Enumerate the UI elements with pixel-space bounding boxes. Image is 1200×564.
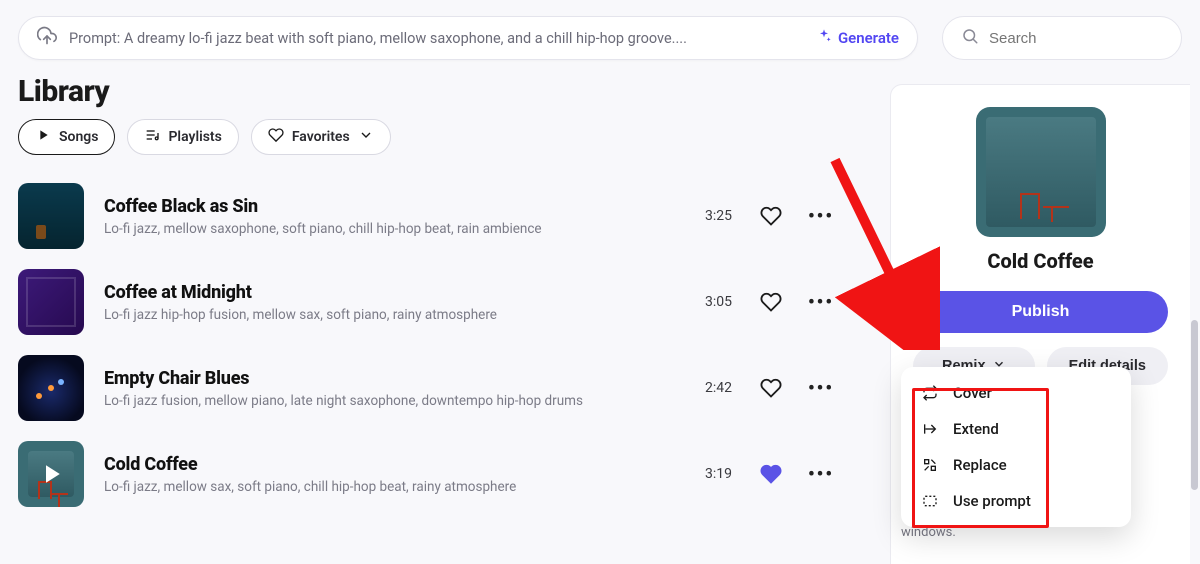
track-duration: 2:42 [698,380,732,396]
remix-menu-label: Extend [953,420,999,438]
generate-button[interactable]: Generate [816,28,899,48]
tab-label: Playlists [168,129,221,145]
track-thumbnail[interactable] [18,183,84,249]
track-duration: 3:05 [698,294,732,310]
remix-menu-replace[interactable]: Replace [907,447,1125,483]
remix-menu: Cover Extend Replace Use prompt [901,367,1131,527]
chevron-down-icon [358,127,374,147]
tab-label: Songs [59,129,98,145]
remix-menu-label: Use prompt [953,492,1031,510]
cutoff-text: windows. [901,525,956,540]
play-icon [35,127,51,147]
track-list: Coffee Black as Sin Lo-fi jazz, mellow s… [0,173,860,517]
more-button[interactable]: ••• [810,205,832,227]
track-row[interactable]: Coffee at Midnight Lo-fi jazz hip-hop fu… [12,259,848,345]
tab-songs[interactable]: Songs [18,119,115,155]
replace-icon [921,457,939,473]
tab-playlists[interactable]: Playlists [127,119,238,155]
search-pill[interactable] [942,16,1182,60]
detail-artwork[interactable] [976,107,1106,237]
more-button[interactable]: ••• [810,377,832,399]
prompt-icon [921,493,939,509]
track-title: Cold Coffee [104,454,698,475]
upload-cloud-icon [37,26,57,50]
remix-menu-use-prompt[interactable]: Use prompt [907,483,1125,519]
more-button[interactable]: ••• [810,291,832,313]
playlist-icon [144,127,160,147]
track-row[interactable]: Empty Chair Blues Lo-fi jazz fusion, mel… [12,345,848,431]
remix-menu-label: Cover [953,384,992,402]
extend-icon [921,421,939,437]
detail-title: Cold Coffee [913,249,1168,273]
track-duration: 3:25 [698,208,732,224]
scrollbar[interactable] [1191,320,1198,490]
like-button[interactable] [760,463,782,485]
search-input[interactable] [989,30,1163,47]
generate-label: Generate [838,29,899,47]
track-title: Empty Chair Blues [104,368,698,389]
track-subtitle: Lo-fi jazz fusion, mellow piano, late ni… [104,393,698,409]
remix-menu-label: Replace [953,456,1007,474]
detail-panel: Cold Coffee Publish Remix Edit details C… [890,84,1190,564]
like-button[interactable] [760,377,782,399]
track-title: Coffee at Midnight [104,282,698,303]
remix-menu-extend[interactable]: Extend [907,411,1125,447]
tab-favorites[interactable]: Favorites [251,119,391,155]
track-subtitle: Lo-fi jazz, mellow sax, soft piano, chil… [104,479,698,495]
track-title: Coffee Black as Sin [104,196,698,217]
track-subtitle: Lo-fi jazz hip-hop fusion, mellow sax, s… [104,307,698,323]
search-icon [961,27,979,49]
like-button[interactable] [760,291,782,313]
prompt-input-pill[interactable]: Prompt: A dreamy lo-fi jazz beat with so… [18,16,918,60]
prompt-text: Prompt: A dreamy lo-fi jazz beat with so… [69,30,804,47]
more-button[interactable]: ••• [810,463,832,485]
track-row[interactable]: Coffee Black as Sin Lo-fi jazz, mellow s… [12,173,848,259]
track-thumbnail[interactable] [18,441,84,507]
heart-icon [268,127,284,147]
remix-menu-cover[interactable]: Cover [907,375,1125,411]
track-subtitle: Lo-fi jazz, mellow saxophone, soft piano… [104,221,698,237]
track-duration: 3:19 [698,466,732,482]
like-button[interactable] [760,205,782,227]
cover-icon [921,385,939,401]
track-thumbnail[interactable] [18,355,84,421]
play-icon [18,441,84,507]
track-thumbnail[interactable] [18,269,84,335]
tab-label: Favorites [292,129,350,145]
track-row[interactable]: Cold Coffee Lo-fi jazz, mellow sax, soft… [12,431,848,517]
sparkle-icon [816,28,832,48]
top-bar: Prompt: A dreamy lo-fi jazz beat with so… [0,0,1200,70]
publish-button[interactable]: Publish [913,291,1168,333]
